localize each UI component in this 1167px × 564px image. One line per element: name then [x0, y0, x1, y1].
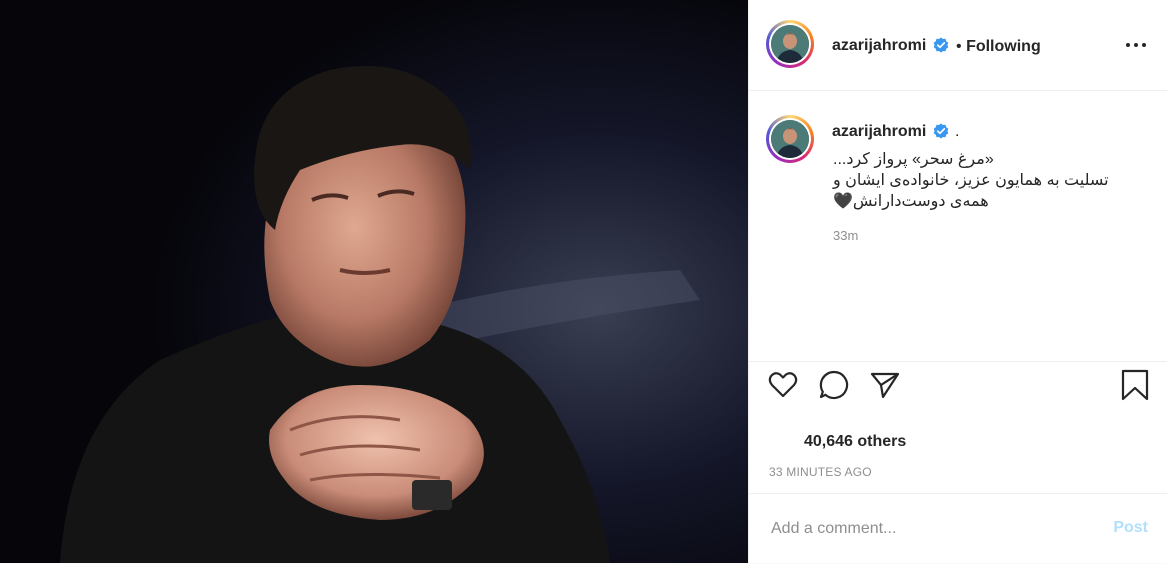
avatar-image-icon	[771, 25, 809, 63]
verified-badge-icon	[933, 123, 949, 139]
caption-section: azarijahromi . «مرغ سحر» پرواز کرد... تس…	[749, 91, 1167, 362]
header-username-link[interactable]: azarijahromi	[832, 37, 926, 55]
follow-status[interactable]: • Following	[956, 38, 1041, 56]
caption-line-1: «مرغ سحر» پرواز کرد...	[833, 151, 994, 168]
comment-form: Post	[749, 493, 1167, 564]
caption-line-3: همه‌ی دوست‌دارانش🖤	[833, 193, 989, 210]
instagram-post-modal: azarijahromi • Following azarijahromi . …	[0, 0, 1167, 563]
separator-dot: •	[956, 38, 962, 55]
post-side-panel: azarijahromi • Following azarijahromi . …	[748, 0, 1167, 563]
heart-icon[interactable]	[766, 368, 800, 402]
action-bar	[749, 362, 1167, 422]
likes-count[interactable]: 40,646 others	[804, 433, 906, 451]
post-comment-button[interactable]: Post	[1113, 519, 1148, 537]
comment-input[interactable]	[769, 516, 1093, 542]
caption-line-2: تسلیت به همایون عزیز، خانواده‌ی ایشان و	[833, 172, 1109, 189]
avatar-image-icon	[771, 120, 809, 158]
post-timestamp[interactable]: 33 MINUTES AGO	[769, 465, 872, 479]
following-button[interactable]: Following	[966, 38, 1041, 55]
caption-timestamp[interactable]: 33m	[833, 228, 858, 243]
caption-trailing-text: .	[955, 123, 960, 140]
share-icon[interactable]	[868, 368, 902, 402]
caption-username-link[interactable]: azarijahromi	[832, 123, 926, 141]
comment-icon[interactable]	[817, 368, 851, 402]
verified-badge-icon	[933, 37, 949, 53]
more-options-icon[interactable]	[1124, 38, 1148, 52]
post-header: azarijahromi • Following	[749, 0, 1167, 91]
bookmark-icon[interactable]	[1118, 368, 1152, 402]
avatar[interactable]	[766, 20, 814, 68]
caption-avatar[interactable]	[766, 115, 814, 163]
post-photo[interactable]	[0, 0, 748, 563]
